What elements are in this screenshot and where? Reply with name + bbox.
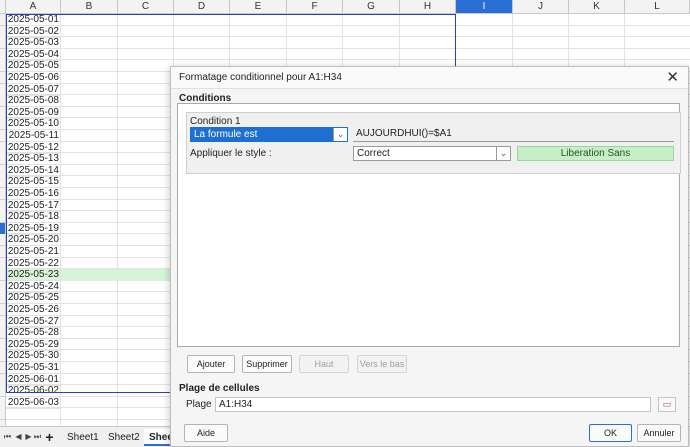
- cell-a[interactable]: 2025-05-21: [6, 246, 61, 258]
- column-header-d[interactable]: D: [174, 0, 230, 14]
- first-sheet-icon[interactable]: ⏮: [3, 430, 12, 444]
- add-button[interactable]: Ajouter: [187, 355, 235, 373]
- column-header-j[interactable]: J: [513, 0, 569, 14]
- cell-a[interactable]: 2025-05-01: [6, 14, 61, 26]
- cell-a[interactable]: 2025-05-15: [6, 176, 61, 189]
- cell-a[interactable]: 2025-05-03: [6, 37, 61, 50]
- cell-a[interactable]: 2025-05-25: [6, 292, 61, 305]
- cell-a[interactable]: 2025-05-22: [6, 257, 61, 270]
- cell-a[interactable]: 2025-05-27: [6, 315, 61, 328]
- range-input[interactable]: A1:H34: [215, 397, 651, 412]
- cell-a[interactable]: 2025-05-10: [6, 118, 61, 131]
- sheet-tab-2[interactable]: Sheet2: [103, 429, 145, 446]
- formula-input[interactable]: AUJOURDHUI()=$A1: [353, 127, 674, 142]
- column-header-k[interactable]: K: [569, 0, 625, 14]
- column-header-i[interactable]: I: [456, 0, 513, 14]
- cell-a[interactable]: 2025-05-28: [6, 327, 61, 340]
- style-select[interactable]: Correct ⌄: [353, 146, 511, 161]
- style-value: Correct: [357, 148, 390, 159]
- cell-a[interactable]: 2025-06-01: [6, 373, 61, 386]
- cell-a[interactable]: 2025-05-30: [6, 350, 61, 363]
- column-header-f[interactable]: F: [287, 0, 343, 14]
- condition-title: Condition 1: [190, 116, 241, 127]
- cell-a[interactable]: 2025-05-26: [6, 304, 61, 316]
- last-sheet-icon[interactable]: ⏭: [33, 430, 42, 444]
- cell-a[interactable]: 2025-05-29: [6, 338, 61, 351]
- cell-a[interactable]: 2025-05-11: [6, 130, 61, 142]
- cancel-button[interactable]: Annuler: [637, 424, 681, 442]
- move-up-button[interactable]: Haut: [299, 355, 349, 373]
- cell-a[interactable]: 2025-05-19: [6, 222, 61, 235]
- cell-a[interactable]: 2025-05-31: [6, 362, 61, 374]
- close-icon[interactable]: ✕: [666, 69, 679, 87]
- shrink-dialog-icon[interactable]: ▭: [658, 397, 676, 412]
- condition-entry[interactable]: Condition 1 La formule est ⌄ AUJOURDHUI(…: [186, 112, 681, 174]
- cell-a[interactable]: 2025-05-20: [6, 234, 61, 247]
- cell-a[interactable]: 2025-05-02: [6, 25, 61, 38]
- column-header-b[interactable]: B: [61, 0, 118, 14]
- add-sheet-icon[interactable]: +: [45, 430, 54, 444]
- cell-a[interactable]: 2025-05-06: [6, 72, 61, 84]
- style-preview: Liberation Sans: [517, 146, 674, 161]
- cell-a[interactable]: 2025-05-23: [6, 269, 61, 282]
- cell-a[interactable]: 2025-05-07: [6, 83, 61, 96]
- prev-sheet-icon[interactable]: ◀: [14, 430, 23, 444]
- column-header-a[interactable]: A: [6, 0, 61, 14]
- dialog-title: Formatage conditionnel pour A1:H34: [179, 72, 342, 83]
- cell-a[interactable]: 2025-05-04: [6, 48, 61, 61]
- cell-a[interactable]: 2025-05-16: [6, 188, 61, 200]
- cell-a[interactable]: 2025-05-09: [6, 106, 61, 119]
- cell-a[interactable]: 2025-05-08: [6, 95, 61, 108]
- column-header-l[interactable]: L: [625, 0, 690, 14]
- cell-a[interactable]: 2025-05-13: [6, 153, 61, 166]
- chevron-down-icon: ⌄: [333, 128, 347, 141]
- move-down-button[interactable]: Vers le bas: [357, 355, 407, 373]
- remove-button[interactable]: Supprimer: [242, 355, 292, 373]
- cell-a[interactable]: 2025-05-17: [6, 199, 61, 212]
- condition-type-value: La formule est: [194, 129, 258, 140]
- cell-a[interactable]: 2025-05-24: [6, 280, 61, 293]
- cell-a[interactable]: 2025-05-14: [6, 164, 61, 177]
- column-header-e[interactable]: E: [230, 0, 287, 14]
- apply-style-label: Appliquer le style :: [190, 148, 272, 159]
- next-sheet-icon[interactable]: ▶: [24, 430, 33, 444]
- cell-a[interactable]: 2025-05-05: [6, 60, 61, 73]
- conditions-list: Condition 1 La formule est ⌄ AUJOURDHUI(…: [177, 103, 681, 347]
- cell-a[interactable]: 2025-05-12: [6, 141, 61, 154]
- conditional-format-dialog: Formatage conditionnel pour A1:H34 ✕ Con…: [170, 66, 689, 447]
- chevron-down-icon: ⌄: [496, 147, 510, 160]
- column-header-h[interactable]: H: [400, 0, 456, 14]
- condition-type-select[interactable]: La formule est ⌄: [190, 127, 348, 142]
- cell-a[interactable]: 2025-06-02: [6, 385, 61, 398]
- column-header-c[interactable]: C: [118, 0, 174, 14]
- dialog-titlebar: Formatage conditionnel pour A1:H34 ✕: [171, 67, 688, 89]
- cell-range-heading: Plage de cellules: [179, 383, 260, 394]
- highlighted-row-fill: [61, 269, 173, 282]
- sheet-tab-1[interactable]: Sheet1: [62, 429, 104, 446]
- ok-button[interactable]: OK: [589, 424, 632, 442]
- cell-a[interactable]: 2025-05-18: [6, 211, 61, 224]
- range-label: Plage :: [186, 399, 218, 410]
- help-button[interactable]: Aide: [184, 424, 228, 442]
- row-header[interactable]: [0, 408, 6, 421]
- cell-a[interactable]: 2025-06-03: [6, 396, 61, 409]
- column-header-g[interactable]: G: [343, 0, 400, 14]
